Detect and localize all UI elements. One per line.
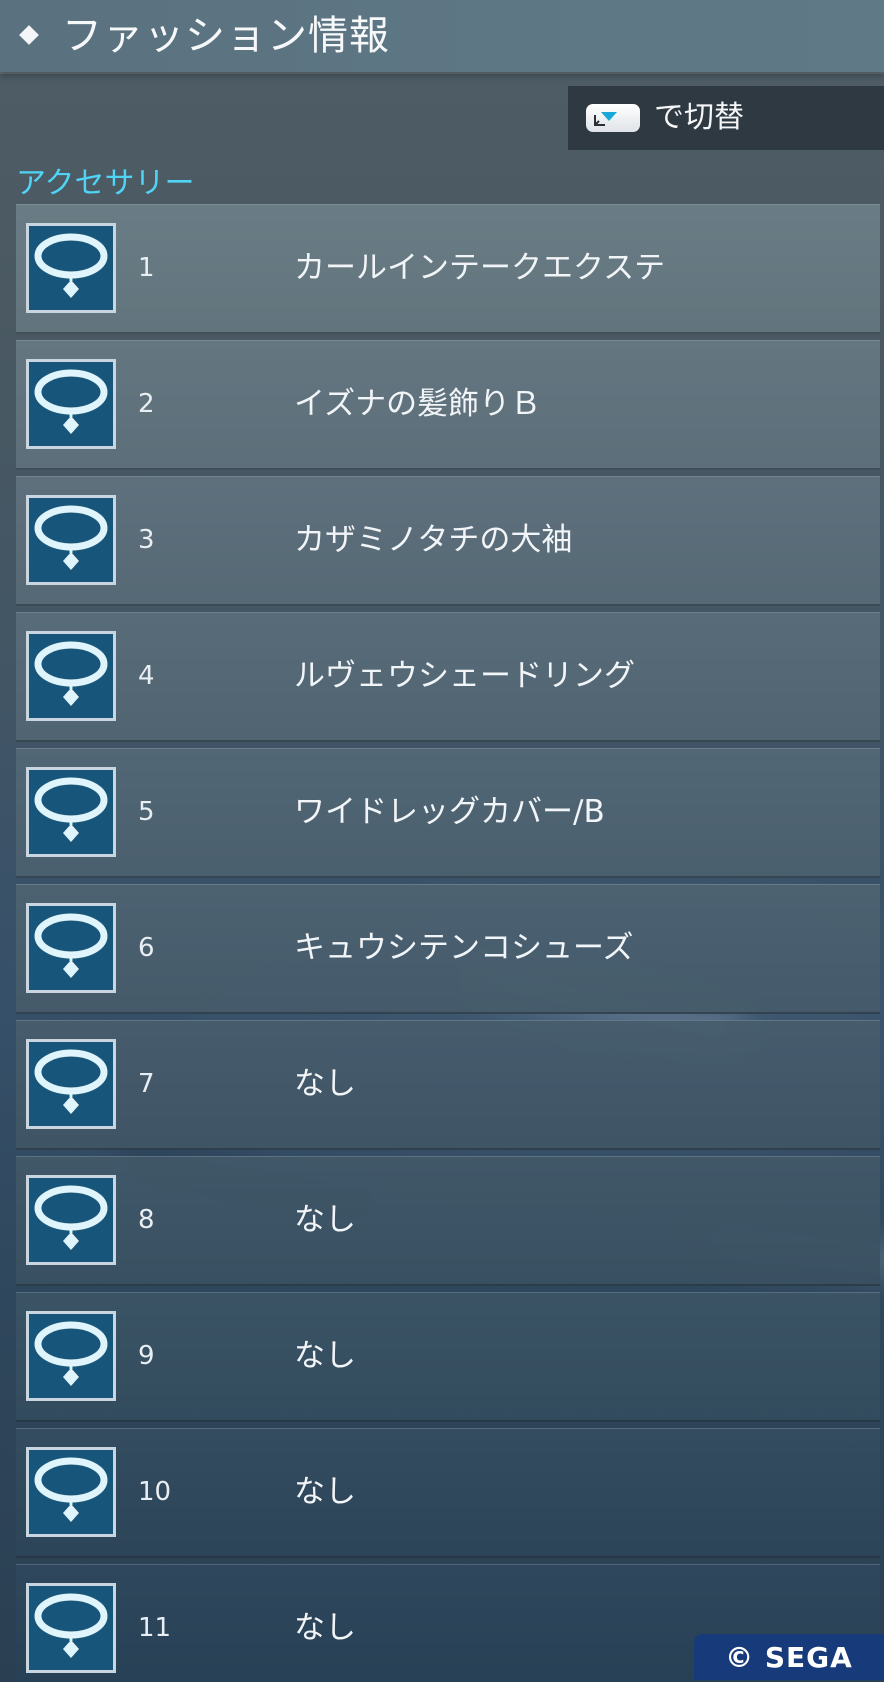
item-name: なし	[294, 1474, 356, 1510]
switch-hint[interactable]: で切替	[568, 86, 884, 150]
necklace-icon	[26, 767, 116, 857]
page-title: ファッション情報	[62, 13, 390, 59]
copyright-badge: © SEGA	[694, 1634, 884, 1680]
item-number: 5	[138, 797, 155, 827]
list-item[interactable]: 2 イズナの髪飾りＢ	[16, 340, 880, 470]
necklace-icon	[26, 1447, 116, 1537]
necklace-icon	[26, 1039, 116, 1129]
necklace-icon	[26, 223, 116, 313]
list-item[interactable]: 3 カザミノタチの大袖	[16, 476, 880, 606]
item-number: 8	[138, 1205, 155, 1235]
item-name: キュウシテンコシューズ	[294, 930, 634, 966]
item-number: 2	[138, 389, 155, 419]
item-name: なし	[294, 1610, 356, 1646]
item-name: カールインテークエクステ	[294, 250, 666, 286]
item-number: 1	[138, 253, 155, 283]
necklace-icon	[26, 903, 116, 993]
item-number: 4	[138, 661, 155, 691]
section-label-accessory: アクセサリー	[16, 166, 195, 201]
list-item[interactable]: 7 なし	[16, 1020, 880, 1150]
list-item[interactable]: 10 なし	[16, 1428, 880, 1558]
necklace-icon	[26, 631, 116, 721]
item-name: なし	[294, 1066, 356, 1102]
item-number: 11	[138, 1613, 172, 1643]
item-number: 3	[138, 525, 155, 555]
diamond-icon	[19, 25, 39, 45]
necklace-icon	[26, 1583, 116, 1673]
necklace-icon	[26, 1311, 116, 1401]
item-name: イズナの髪飾りＢ	[294, 386, 542, 422]
item-number: 9	[138, 1341, 155, 1371]
switch-label: で切替	[654, 100, 744, 135]
item-name: なし	[294, 1202, 356, 1238]
necklace-icon	[26, 359, 116, 449]
item-name: カザミノタチの大袖	[294, 522, 573, 558]
list-item[interactable]: 9 なし	[16, 1292, 880, 1422]
item-name: ワイドレッグカバー/B	[294, 794, 605, 830]
item-name: なし	[294, 1338, 356, 1374]
necklace-icon	[26, 1175, 116, 1265]
item-number: 6	[138, 933, 155, 963]
header-bar: ファッション情報	[0, 0, 884, 72]
list-item[interactable]: 1 カールインテークエクステ	[16, 204, 880, 334]
list-item[interactable]: 8 なし	[16, 1156, 880, 1286]
list-item[interactable]: 5 ワイドレッグカバー/B	[16, 748, 880, 878]
item-number: 7	[138, 1069, 155, 1099]
item-number: 10	[138, 1477, 172, 1507]
necklace-icon	[26, 495, 116, 585]
list-item[interactable]: 6 キュウシテンコシューズ	[16, 884, 880, 1014]
item-name: ルヴェウシェードリング	[294, 658, 635, 694]
copyright-text: © SEGA	[725, 1640, 853, 1674]
touchpad-key-icon	[586, 104, 640, 132]
accessory-list: 1 カールインテークエクステ 2 イズナの髪飾りＢ 3 カザミノタチの大袖 4 ルヴェウシェー…	[16, 204, 880, 1682]
list-item[interactable]: 4 ルヴェウシェードリング	[16, 612, 880, 742]
